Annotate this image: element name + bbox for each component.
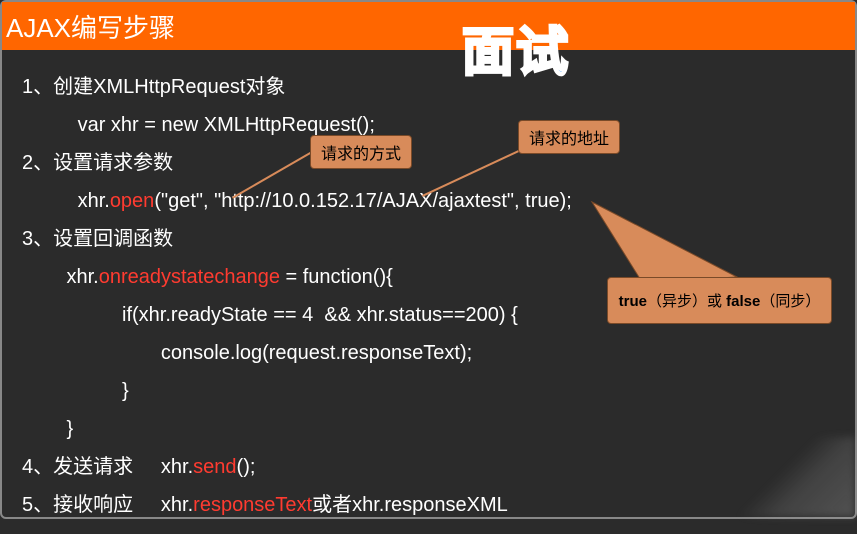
step-2-label: 2、设置请求参数 — [22, 144, 835, 182]
blur-overlay — [735, 437, 855, 517]
code-open-prefix: xhr. — [22, 190, 110, 212]
step-5: 5、接收响应 xhr.responseText或者xhr.responseXML — [22, 486, 835, 524]
code-send: send — [193, 456, 236, 478]
callout-async-end: （同步） — [760, 293, 820, 310]
code-onready-prop: onreadystatechange — [99, 266, 280, 288]
callout-async-pointer — [582, 197, 742, 287]
callout-method: 请求的方式 — [310, 135, 412, 169]
code-open-args: ("get", "http://10.0.152.17/AJAX/ajaxtes… — [154, 190, 572, 212]
callout-async: true（异步）或 false（同步） — [607, 277, 832, 324]
step-1-label: 1、创建XMLHttpRequest对象 — [22, 68, 835, 106]
step-4: 4、发送请求 xhr.send(); — [22, 448, 835, 486]
code-onready-prefix: xhr. — [22, 266, 99, 288]
slide-header: AJAX编写步骤 — [2, 2, 855, 50]
callout-async-true: true — [619, 293, 647, 310]
code-responsetext: responseText — [193, 494, 312, 516]
code-send-suffix: (); — [237, 456, 256, 478]
code-onready-suffix: = function(){ — [280, 266, 393, 288]
callout-async-false: false — [726, 293, 760, 310]
code-close-fn: } — [22, 410, 835, 448]
step-4-prefix: 4、发送请求 xhr. — [22, 456, 193, 478]
slide-title: AJAX编写步骤 — [6, 8, 175, 45]
callout-async-mid: （异步）或 — [647, 293, 726, 310]
code-close-if: } — [22, 372, 835, 410]
watermark-text: 面试 — [462, 10, 570, 85]
code-create-xhr: var xhr = new XMLHttpRequest(); — [22, 106, 835, 144]
code-log: console.log(request.responseText); — [22, 334, 835, 372]
step-5-prefix: 5、接收响应 xhr. — [22, 494, 193, 516]
callout-url: 请求的地址 — [518, 120, 620, 154]
code-responsexml: 或者xhr.responseXML — [312, 494, 508, 516]
code-open-method: open — [110, 190, 155, 212]
